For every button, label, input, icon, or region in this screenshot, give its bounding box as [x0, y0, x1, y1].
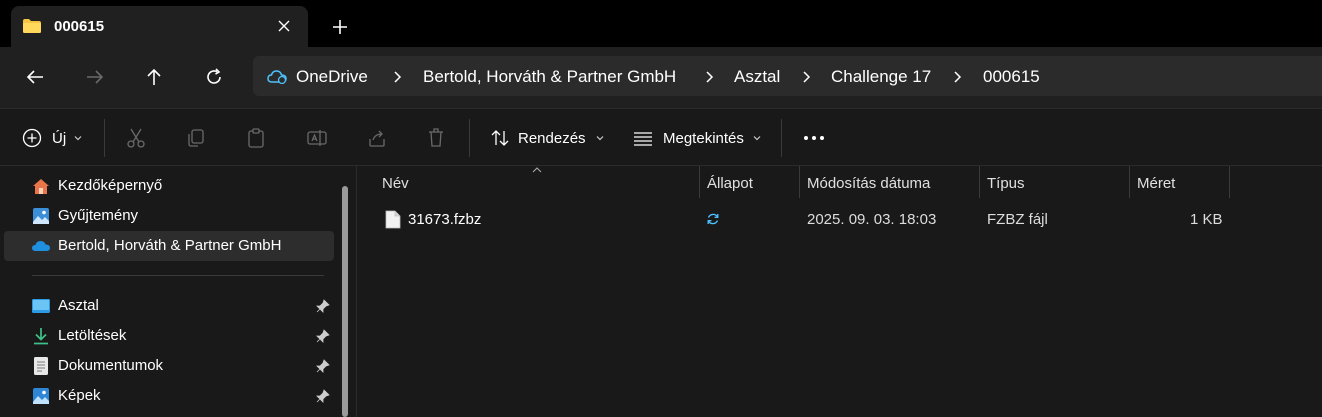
refresh-icon[interactable]: [203, 66, 225, 88]
close-tab-icon[interactable]: [275, 17, 293, 35]
navigation-pane: Kezdőképernyő Gyűjtemény Bertold, Horvát…: [0, 166, 357, 417]
chevron-down-icon: [596, 136, 603, 141]
file-icon: [385, 210, 401, 229]
divider: [104, 119, 105, 157]
sidebar-scrollbar[interactable]: [342, 186, 348, 417]
column-header-size[interactable]: Méret: [1137, 175, 1175, 192]
folder-icon: [23, 19, 41, 33]
cut-icon[interactable]: [126, 127, 146, 149]
paste-icon[interactable]: [246, 127, 266, 149]
column-divider[interactable]: [979, 166, 980, 198]
sidebar-item-label: Képek: [58, 387, 101, 404]
breadcrumb-company[interactable]: Bertold, Horváth & Partner GmbH: [423, 67, 676, 87]
onedrive-cloud-icon: [32, 241, 50, 251]
delete-icon[interactable]: [426, 127, 446, 149]
sidebar-item-pictures[interactable]: Képek: [4, 381, 334, 411]
gallery-icon: [33, 208, 49, 224]
sort-label: Rendezés: [518, 129, 586, 147]
column-divider[interactable]: [799, 166, 800, 198]
tab-000615[interactable]: 000615: [11, 6, 308, 47]
breadcrumb-asztal[interactable]: Asztal: [734, 67, 780, 87]
sort-icon: [491, 130, 509, 146]
sidebar-item-home[interactable]: Kezdőképernyő: [4, 171, 334, 201]
sidebar-item-label: Dokumentumok: [58, 357, 164, 374]
column-header-status[interactable]: Állapot: [707, 175, 753, 192]
breadcrumb-current[interactable]: 000615: [983, 67, 1040, 87]
new-tab-icon[interactable]: [330, 17, 350, 37]
column-divider[interactable]: [1129, 166, 1130, 198]
file-size: 1 KB: [1190, 211, 1223, 228]
new-label: Új: [52, 129, 67, 147]
sidebar-item-label: Asztal: [58, 297, 99, 314]
pin-icon[interactable]: [316, 389, 330, 403]
title-bar: 000615: [0, 0, 1322, 47]
chevron-right-icon[interactable]: [952, 70, 964, 84]
chevron-right-icon[interactable]: [704, 70, 716, 84]
onedrive-cloud-icon: [267, 70, 287, 84]
column-header-modified[interactable]: Módosítás dátuma: [807, 175, 930, 192]
sidebar-item-downloads[interactable]: Letöltések: [4, 321, 334, 351]
file-type: FZBZ fájl: [987, 211, 1048, 228]
navigation-bar: OneDrive Bertold, Horváth & Partner GmbH…: [0, 47, 1322, 108]
sync-icon: [707, 213, 719, 225]
pictures-icon: [33, 388, 49, 404]
divider: [469, 119, 470, 157]
rename-icon[interactable]: [306, 127, 328, 149]
sidebar-item-desktop[interactable]: Asztal: [4, 291, 334, 321]
breadcrumb-challenge[interactable]: Challenge 17: [831, 67, 931, 87]
home-icon: [33, 179, 49, 194]
sidebar-item-gallery[interactable]: Gyűjtemény: [4, 201, 334, 231]
address-bar[interactable]: OneDrive Bertold, Horváth & Partner GmbH…: [253, 56, 1322, 96]
sidebar-item-label: Gyűjtemény: [58, 207, 139, 224]
pin-icon[interactable]: [316, 359, 330, 373]
file-list: Név Állapot Módosítás dátuma Típus Méret…: [358, 166, 1322, 417]
sort-button[interactable]: Rendezés: [490, 127, 605, 149]
sidebar-item-label: Kezdőképernyő: [58, 177, 163, 194]
copy-icon[interactable]: [186, 127, 206, 149]
documents-icon: [34, 357, 48, 375]
column-header-type[interactable]: Típus: [987, 175, 1025, 192]
new-button[interactable]: Új: [22, 127, 83, 149]
chevron-down-icon: [753, 136, 761, 141]
chevron-down-icon: [74, 136, 82, 141]
column-divider[interactable]: [699, 166, 700, 198]
sidebar-item-documents[interactable]: Dokumentumok: [4, 351, 334, 381]
share-icon[interactable]: [366, 127, 388, 149]
back-icon[interactable]: [24, 66, 46, 88]
view-button[interactable]: Megtekintés: [633, 127, 762, 149]
pin-icon[interactable]: [316, 329, 330, 343]
breadcrumb-onedrive[interactable]: OneDrive: [296, 67, 368, 87]
column-divider[interactable]: [1229, 166, 1230, 198]
view-lines-icon: [634, 132, 652, 146]
chevron-right-icon[interactable]: [801, 70, 813, 84]
desktop-icon: [32, 299, 50, 313]
column-header-name[interactable]: Név: [382, 175, 409, 192]
pin-icon[interactable]: [316, 299, 330, 313]
view-label: Megtekintés: [663, 129, 744, 147]
download-icon: [34, 328, 48, 345]
chevron-right-icon[interactable]: [392, 70, 404, 84]
more-options-icon[interactable]: [802, 127, 826, 149]
up-icon[interactable]: [143, 66, 165, 88]
table-row[interactable]: 31673.fzbz 2025. 09. 03. 18:03 FZBZ fájl…: [358, 204, 1322, 234]
forward-icon[interactable]: [84, 66, 106, 88]
file-modified: 2025. 09. 03. 18:03: [807, 211, 937, 228]
sidebar-item-label: Bertold, Horváth & Partner GmbH: [58, 237, 282, 254]
sidebar-item-label: Letöltések: [58, 327, 127, 344]
sidebar-item-onedrive-company[interactable]: Bertold, Horváth & Partner GmbH: [4, 231, 334, 261]
command-bar: Új Rendezés Megtekintés: [0, 108, 1322, 166]
file-name: 31673.fzbz: [408, 211, 482, 228]
tab-title: 000615: [54, 18, 105, 35]
sidebar-divider: [32, 275, 324, 276]
divider: [781, 119, 782, 157]
sort-ascending-icon: [532, 167, 542, 173]
plus-circle-icon: [22, 128, 42, 148]
